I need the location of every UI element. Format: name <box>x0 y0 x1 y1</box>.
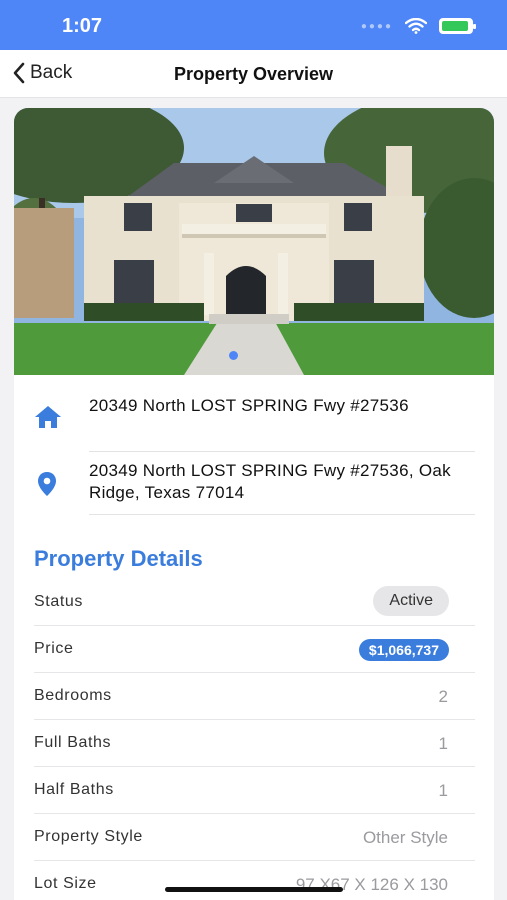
divider <box>89 514 475 515</box>
detail-row-lot-size: Lot Size 97 X67 X 126 X 130 <box>34 861 475 900</box>
detail-label: Bedrooms <box>34 687 112 704</box>
section-title: Property Details <box>34 546 203 571</box>
detail-row-full-baths: Full Baths 1 <box>34 720 475 767</box>
detail-row-bedrooms: Bedrooms 2 <box>34 673 475 720</box>
detail-label: Lot Size <box>34 875 97 892</box>
status-bar: 1:07 ●●●● <box>0 0 507 50</box>
address-title: 20349 North LOST SPRING Fwy #27536 <box>89 396 409 415</box>
detail-label: Status <box>34 593 83 610</box>
battery-icon <box>439 18 476 34</box>
wifi-icon <box>405 18 427 34</box>
detail-row-price: Price $1,066,737 <box>34 626 475 673</box>
home-indicator[interactable] <box>165 887 343 892</box>
house-icon <box>35 406 61 428</box>
detail-row-half-baths: Half Baths 1 <box>34 767 475 814</box>
location-pin-icon <box>38 472 56 496</box>
address-name-row: 20349 North LOST SPRING Fwy #27536 <box>14 395 494 452</box>
status-badge: Active <box>373 586 449 616</box>
detail-row-status: Status Active <box>34 579 475 626</box>
address-full: 20349 North LOST SPRING Fwy #27536, Oak … <box>89 461 451 502</box>
detail-label: Full Baths <box>34 734 112 751</box>
detail-value: 2 <box>438 687 448 706</box>
property-card: 20349 North LOST SPRING Fwy #27536 20349… <box>14 108 494 900</box>
address-full-row: 20349 North LOST SPRING Fwy #27536, Oak … <box>14 460 494 515</box>
price-badge: $1,066,737 <box>358 639 449 661</box>
detail-value: Other Style <box>362 828 448 847</box>
detail-value: 1 <box>438 781 448 800</box>
detail-label: Price <box>34 640 74 657</box>
gallery-page-indicator[interactable] <box>229 351 238 360</box>
status-icons: ●●●● <box>360 18 476 34</box>
detail-row-property-style: Property Style Other Style <box>34 814 475 861</box>
page-title: Property Overview <box>173 64 334 84</box>
divider <box>89 451 475 452</box>
status-time: 1:07 <box>62 15 103 37</box>
detail-value: 97 X67 X 126 X 130 <box>295 875 448 894</box>
property-photo[interactable] <box>14 108 494 375</box>
nav-bar: Back Property Overview <box>0 50 507 98</box>
detail-value: 1 <box>438 734 448 753</box>
detail-label: Half Baths <box>34 781 114 798</box>
signal-icon: ●●●● <box>360 20 393 32</box>
detail-label: Property Style <box>34 828 143 845</box>
